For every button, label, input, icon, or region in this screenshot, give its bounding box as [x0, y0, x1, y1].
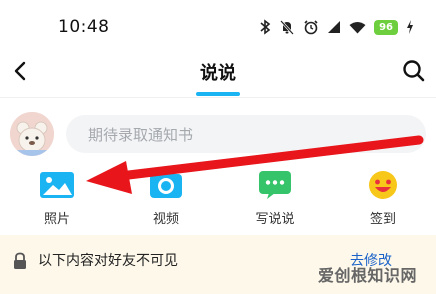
action-checkin-label: 签到: [369, 212, 396, 227]
nav-bar: 说说: [0, 50, 436, 94]
mute-bell-icon: [280, 20, 294, 35]
status-icons: 96: [259, 16, 414, 38]
watermark-text: 爱创根知识网: [318, 266, 418, 285]
action-write-label: 写说说: [255, 212, 295, 227]
signal-icon: [328, 21, 341, 33]
divider: [0, 97, 436, 98]
compose-placeholder: 期待录取通知书: [88, 126, 194, 144]
chat-icon: [259, 171, 291, 199]
wifi-icon: [349, 21, 366, 33]
lock-icon: [14, 252, 26, 269]
battery-indicator: 96: [374, 19, 398, 35]
status-time: 10:48: [58, 17, 110, 37]
action-checkin[interactable]: 签到: [353, 170, 413, 227]
action-photo[interactable]: 照片: [27, 170, 87, 227]
charging-icon: [407, 20, 413, 34]
smiley-icon: [369, 171, 397, 199]
bear-avatar-icon: [10, 112, 54, 156]
page-title: 说说: [200, 63, 236, 84]
status-bar: 10:48 96: [0, 0, 436, 50]
photo-icon: [40, 172, 74, 198]
action-photo-label: 照片: [43, 212, 70, 227]
avatar[interactable]: [10, 112, 54, 156]
search-icon[interactable]: [400, 57, 428, 85]
action-video[interactable]: 视频: [136, 170, 196, 227]
title-underline: [196, 92, 240, 96]
video-camera-icon: [150, 171, 182, 198]
alarm-icon: [304, 20, 318, 35]
notice-text: 以下内容对好友不可见: [38, 253, 178, 269]
action-video-label: 视频: [152, 212, 179, 227]
action-write[interactable]: 写说说: [245, 170, 305, 227]
bluetooth-icon: [260, 19, 271, 35]
compose-input[interactable]: 期待录取通知书: [66, 115, 426, 153]
